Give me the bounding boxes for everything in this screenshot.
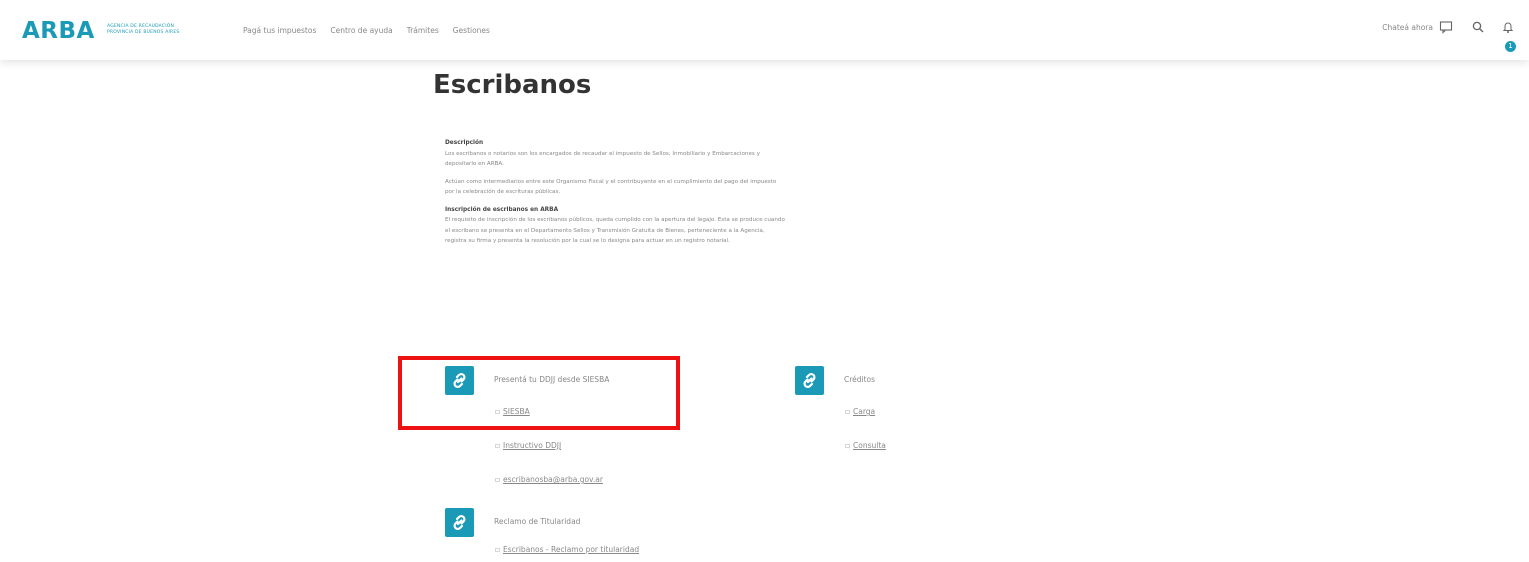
link-icon bbox=[445, 508, 474, 537]
page-title: Escribanos bbox=[433, 70, 592, 100]
inscription-paragraph: El requisito de inscripción de los escri… bbox=[445, 217, 785, 244]
search-icon[interactable] bbox=[1471, 20, 1485, 34]
escribanos-email-link[interactable]: escribanosba@arba.gov.ar bbox=[503, 475, 603, 484]
nav-item-management[interactable]: Gestiones bbox=[453, 26, 490, 35]
list-item: ▫ Carga bbox=[845, 407, 876, 416]
description-paragraph-2: Actúan como intermediarios entre este Or… bbox=[445, 178, 777, 196]
site-header: ARBA AGENCIA DE RECAUDACIÓN PROVINCIA DE… bbox=[0, 0, 1529, 60]
description-paragraph-1: Los escribanos o notarios son los encarg… bbox=[445, 150, 760, 168]
main-nav: Pagá tus impuestos Centro de ayuda Trámi… bbox=[243, 26, 490, 35]
list-item: ▫ Escribanos - Reclamo por titularidad bbox=[495, 545, 640, 554]
link-icon bbox=[795, 366, 824, 395]
bell-icon[interactable] bbox=[1501, 20, 1515, 34]
list-item: ▫ Instructivo DDJJ bbox=[495, 441, 562, 450]
notification-badge: 1 bbox=[1505, 41, 1516, 52]
siesba-link[interactable]: SIESBA bbox=[503, 407, 530, 416]
siesba-link-title[interactable]: Presentá tu DDJJ desde SIESBA bbox=[494, 375, 609, 384]
list-item: ▫ SIESBA bbox=[495, 407, 530, 416]
list-item: ▫ Consulta bbox=[845, 441, 886, 450]
chat-now-link[interactable]: Chateá ahora bbox=[1382, 23, 1433, 32]
arba-logo[interactable]: ARBA bbox=[22, 18, 95, 44]
page-content: Descripción Los escribanos o notarios so… bbox=[445, 138, 785, 254]
arba-logo-subtitle: AGENCIA DE RECAUDACIÓN PROVINCIA DE BUEN… bbox=[107, 24, 180, 35]
nav-item-pay-taxes[interactable]: Pagá tus impuestos bbox=[243, 26, 316, 35]
consulta-link[interactable]: Consulta bbox=[853, 441, 886, 450]
chat-icon[interactable] bbox=[1439, 20, 1453, 34]
creditos-link-title[interactable]: Créditos bbox=[844, 375, 875, 384]
header-actions: Chateá ahora bbox=[1382, 20, 1515, 34]
reclamo-titularidad-link[interactable]: Escribanos - Reclamo por titularidad bbox=[503, 545, 639, 554]
reclamo-link-title[interactable]: Reclamo de Titularidad bbox=[494, 517, 580, 526]
inscription-heading: Inscripción de escribanos en ARBA bbox=[445, 206, 559, 213]
nav-item-help-center[interactable]: Centro de ayuda bbox=[330, 26, 392, 35]
carga-link[interactable]: Carga bbox=[853, 407, 875, 416]
nav-item-procedures[interactable]: Trámites bbox=[407, 26, 439, 35]
description-heading: Descripción bbox=[445, 140, 484, 146]
list-item: ▫ escribanosba@arba.gov.ar bbox=[495, 475, 603, 484]
highlight-box bbox=[398, 356, 680, 430]
link-icon bbox=[445, 366, 474, 395]
instructivo-ddjj-link[interactable]: Instructivo DDJJ bbox=[503, 441, 561, 450]
